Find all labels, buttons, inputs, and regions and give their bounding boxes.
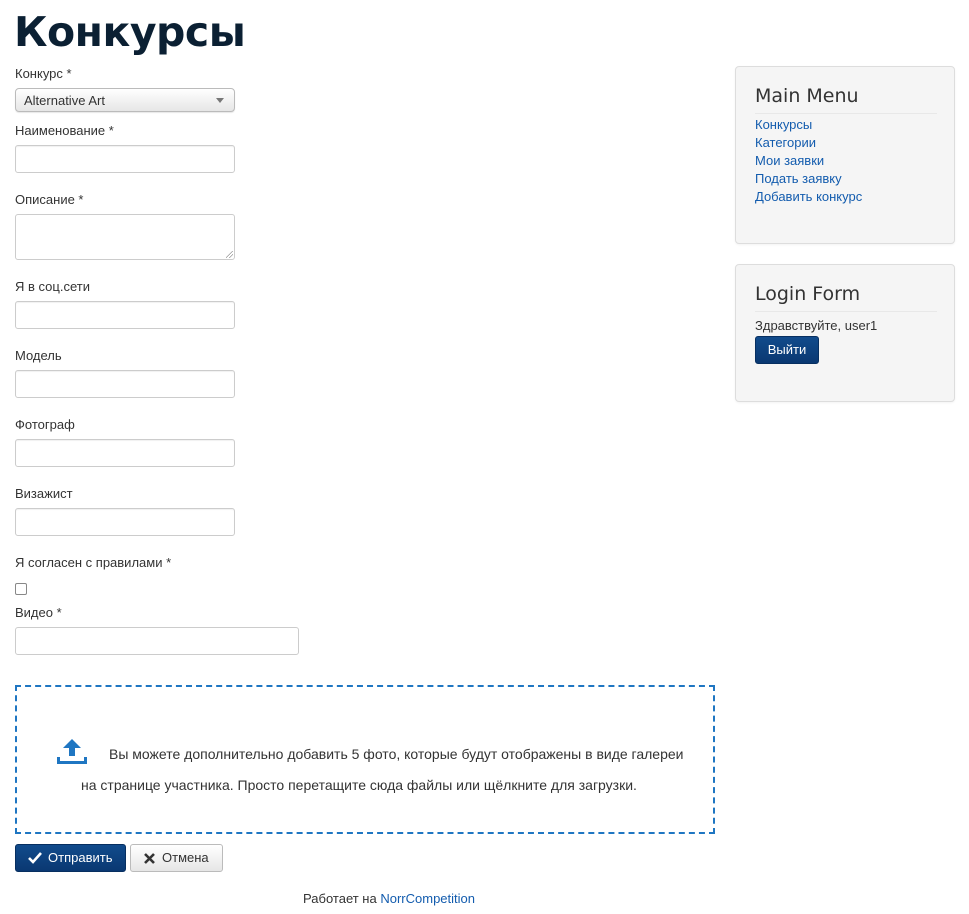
login-form-module: Login Form Здравствуйте, user1 Выйти: [735, 264, 955, 402]
name-input[interactable]: [15, 145, 235, 173]
photographer-input[interactable]: [15, 439, 235, 467]
main-menu-title: Main Menu: [755, 85, 937, 114]
model-label: Модель: [15, 348, 62, 363]
close-icon: [144, 852, 155, 864]
photographer-label: Фотограф: [15, 417, 75, 432]
footer-prefix: Работает на: [303, 891, 377, 906]
contest-select[interactable]: Alternative Art: [15, 88, 235, 112]
photo-dropzone[interactable]: Вы можете дополнительно добавить 5 фото,…: [15, 685, 715, 834]
menu-item-my-applications[interactable]: Мои заявки: [755, 152, 824, 170]
cancel-button[interactable]: Отмена: [130, 844, 223, 872]
page-title: Конкурсы: [14, 8, 246, 56]
description-label: Описание *: [15, 192, 84, 207]
login-greeting: Здравствуйте, user1: [755, 318, 878, 333]
menu-item-contests[interactable]: Конкурсы: [755, 116, 812, 134]
video-input[interactable]: [15, 627, 299, 655]
makeup-input[interactable]: [15, 508, 235, 536]
submit-button-label: Отправить: [48, 850, 113, 865]
logout-button[interactable]: Выйти: [755, 336, 819, 364]
footer: Работает на NorrCompetition: [303, 891, 475, 906]
menu-item-add-contest[interactable]: Добавить конкурс: [755, 188, 862, 206]
dropzone-text: Вы можете дополнительно добавить 5 фото,…: [81, 746, 684, 793]
model-input[interactable]: [15, 370, 235, 398]
login-form-title: Login Form: [755, 283, 937, 312]
video-label: Видео *: [15, 605, 62, 620]
submit-button[interactable]: Отправить: [15, 844, 126, 872]
agree-label: Я согласен с правилами *: [15, 555, 172, 570]
menu-item-submit-application[interactable]: Подать заявку: [755, 170, 842, 188]
resize-grip-icon[interactable]: [226, 251, 233, 258]
makeup-label: Визажист: [15, 486, 73, 501]
contest-select-value: Alternative Art: [24, 93, 105, 108]
main-menu-module: Main Menu Конкурсы Категории Мои заявки …: [735, 66, 955, 244]
chevron-down-icon: [216, 98, 224, 103]
description-textarea[interactable]: [15, 214, 235, 260]
cancel-button-label: Отмена: [162, 850, 209, 865]
social-input[interactable]: [15, 301, 235, 329]
menu-item-categories[interactable]: Категории: [755, 134, 816, 152]
contest-label: Конкурс *: [15, 66, 72, 81]
footer-link[interactable]: NorrCompetition: [380, 891, 475, 906]
social-label: Я в соц.сети: [15, 279, 90, 294]
agree-checkbox[interactable]: [15, 583, 27, 595]
name-label: Наименование *: [15, 123, 114, 138]
check-icon: [28, 852, 42, 864]
